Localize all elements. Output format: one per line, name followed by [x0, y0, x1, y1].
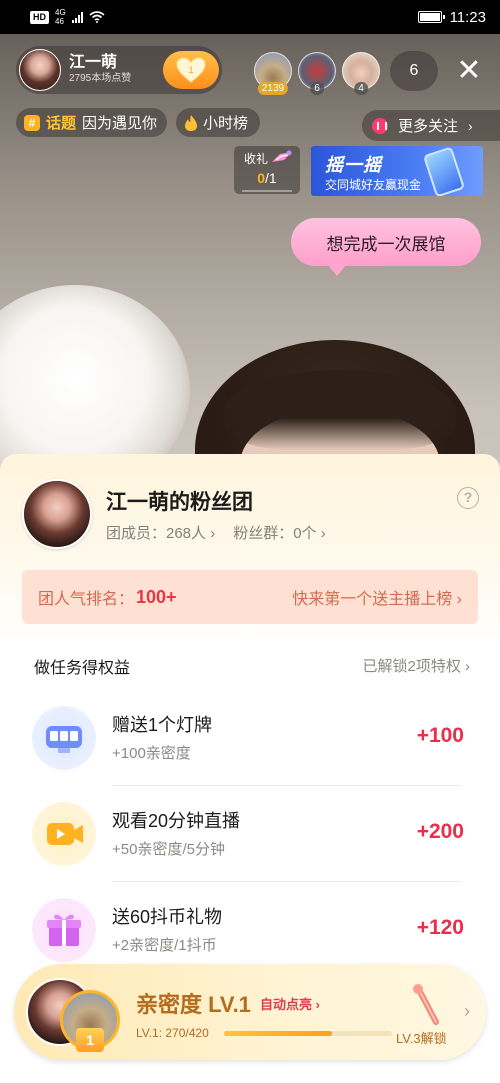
gift-collect-label: 收礼	[244, 152, 269, 166]
fan-club-title: 江一萌的粉丝团	[106, 491, 253, 514]
host-speech-bubble[interactable]: 想完成一次展馆	[291, 218, 481, 276]
host-name: 江一萌	[69, 54, 118, 71]
clock: 11:23	[449, 8, 486, 26]
shake-promo-banner[interactable]: 摇一摇 交同城好友赢现金	[311, 146, 483, 196]
more-follow-button[interactable]: 更多关注 ›	[362, 110, 500, 141]
streamer-bangs	[225, 370, 455, 450]
task-title: 观看20分钟直播	[112, 811, 241, 831]
network-indicator: 4G 46	[55, 8, 66, 26]
chevron-right-icon[interactable]: ›	[464, 1001, 470, 1022]
battery-icon	[417, 11, 445, 23]
hourly-rank-label: 小时榜	[203, 115, 249, 132]
rank-label: 团人气排名：	[38, 591, 135, 608]
heart-icon: 1	[176, 57, 206, 83]
task-row[interactable]: 赠送1个灯牌 +100亲密度 +100	[0, 690, 500, 786]
banner-title: 摇一摇	[325, 155, 382, 175]
gift-progress-track	[242, 190, 292, 192]
popularity-rank-banner[interactable]: 团人气排名： 100+ 快来第一个送主播上榜 ›	[22, 570, 478, 624]
gift-collect-widget[interactable]: 收礼 0/1	[234, 146, 300, 194]
task-desc: +100亲密度	[112, 745, 191, 762]
light-sign-icon	[32, 706, 96, 770]
members-link[interactable]: 团成员：268人 ›	[106, 522, 215, 543]
task-reward: +200	[416, 820, 464, 843]
magic-wand-icon	[413, 984, 439, 1025]
intimacy-progress-bar	[224, 1031, 392, 1036]
host-like-count: 2795本场点赞	[69, 73, 132, 84]
task-reward: +120	[416, 916, 464, 939]
gift-box-icon	[32, 898, 96, 962]
close-icon[interactable]: ✕	[452, 54, 486, 88]
host-info-capsule[interactable]: 江一萌 2795本场点赞 1	[16, 46, 222, 94]
unlocked-privileges-link[interactable]: 已解锁2项特权 ›	[362, 655, 470, 676]
viewer-avatar[interactable]: 4	[342, 52, 380, 95]
phone-illustration	[422, 146, 466, 196]
task-row[interactable]: 观看20分钟直播 +50亲密度/5分钟 +200	[0, 786, 500, 882]
online-viewer-count[interactable]: 6	[390, 51, 438, 91]
intimacy-progress-text: LV.1: 270/420	[136, 1026, 209, 1040]
wifi-icon	[89, 11, 105, 23]
intimacy-progress-fill	[224, 1031, 333, 1036]
task-desc: +2亲密度/1抖币	[112, 937, 217, 954]
top-viewers-list: 2139 6 4	[254, 52, 380, 95]
host-avatar[interactable]	[19, 49, 61, 91]
next-level-unlock: LV.3解锁	[396, 1031, 447, 1046]
gift-collect-progress: 0/1	[257, 170, 277, 186]
fan-club-stats: 团成员：268人 › 粉丝群：0个 ›	[106, 522, 326, 543]
topic-name: 因为遇见你	[82, 115, 158, 132]
status-bar: HD 4G 46 11:23	[0, 0, 500, 34]
topic-tag[interactable]: # 话题 因为遇见你	[16, 108, 168, 137]
topic-label: 话题	[46, 115, 77, 132]
viewer-badge: 2139	[257, 82, 289, 95]
intimacy-level-bar[interactable]: 1 亲密度 LV.1 自动点亮 › LV.1: 270/420 LV.3解锁 ›	[14, 964, 486, 1060]
help-icon[interactable]: ?	[457, 487, 479, 509]
flame-icon	[185, 114, 197, 131]
banner-subtitle: 交同城好友赢现金	[325, 178, 422, 192]
viewer-avatar[interactable]: 2139	[254, 52, 292, 95]
live-follow-icon	[372, 117, 388, 134]
task-desc: +50亲密度/5分钟	[112, 841, 225, 858]
task-title: 赠送1个灯牌	[112, 715, 213, 735]
viewer-avatar[interactable]: 6	[298, 52, 336, 95]
gift-ribbon-icon	[272, 150, 292, 162]
chevron-right-icon: ›	[468, 117, 473, 134]
viewer-badge: 6	[310, 82, 324, 95]
fan-club-avatar[interactable]	[22, 479, 92, 549]
more-follow-label: 更多关注	[398, 118, 459, 135]
rank-value: 100+	[136, 586, 177, 607]
tasks-heading: 做任务得权益	[34, 660, 131, 677]
task-reward: +100	[416, 724, 464, 747]
auto-light-link[interactable]: 自动点亮 ›	[260, 994, 320, 1013]
signal-strength-icon	[71, 11, 83, 23]
hd-indicator: HD	[30, 10, 49, 24]
intimacy-level-title: 亲密度 LV.1	[136, 992, 251, 1017]
fan-club-heart-button[interactable]: 1	[163, 51, 219, 89]
hashtag-icon: #	[24, 114, 40, 131]
video-camera-icon	[32, 802, 96, 866]
rank-cta-link[interactable]: 快来第一个送主播上榜 ›	[292, 585, 462, 609]
task-title: 送60抖币礼物	[112, 907, 223, 927]
svg-text:1: 1	[188, 65, 193, 75]
hourly-rank-tag[interactable]: 小时榜	[176, 108, 261, 137]
fan-groups-link[interactable]: 粉丝群：0个 ›	[233, 522, 326, 543]
viewer-badge: 4	[354, 82, 368, 95]
fan-level-badge: 1	[76, 1028, 104, 1052]
